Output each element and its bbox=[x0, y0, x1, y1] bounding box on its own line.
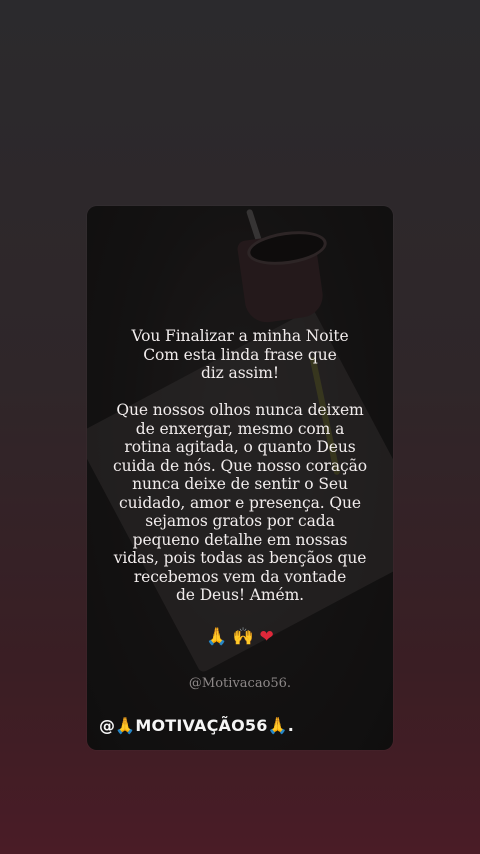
account-handle[interactable]: @🙏MOTIVAÇÃO56🙏. bbox=[99, 716, 294, 735]
praying-hands-icon: 🙏 bbox=[115, 716, 136, 735]
handle-suffix: . bbox=[287, 716, 294, 735]
praying-hands-icon: 🙏 bbox=[206, 627, 228, 647]
story-card: Vou Finalizar a minha Noite Com esta lin… bbox=[87, 206, 393, 750]
watermark: @Motivacao56. bbox=[188, 676, 292, 691]
praying-hands-icon: 🙏 bbox=[267, 716, 288, 735]
quote-text: Vou Finalizar a minha Noite Com esta lin… bbox=[113, 327, 367, 604]
raised-hands-icon: 🙌 bbox=[232, 627, 255, 647]
handle-name: MOTIVAÇÃO56 bbox=[135, 716, 268, 735]
handle-prefix: @ bbox=[99, 716, 116, 735]
emoji-row: 🙏 🙌 ❤ bbox=[87, 626, 393, 648]
heart-icon: ❤ bbox=[259, 627, 274, 647]
